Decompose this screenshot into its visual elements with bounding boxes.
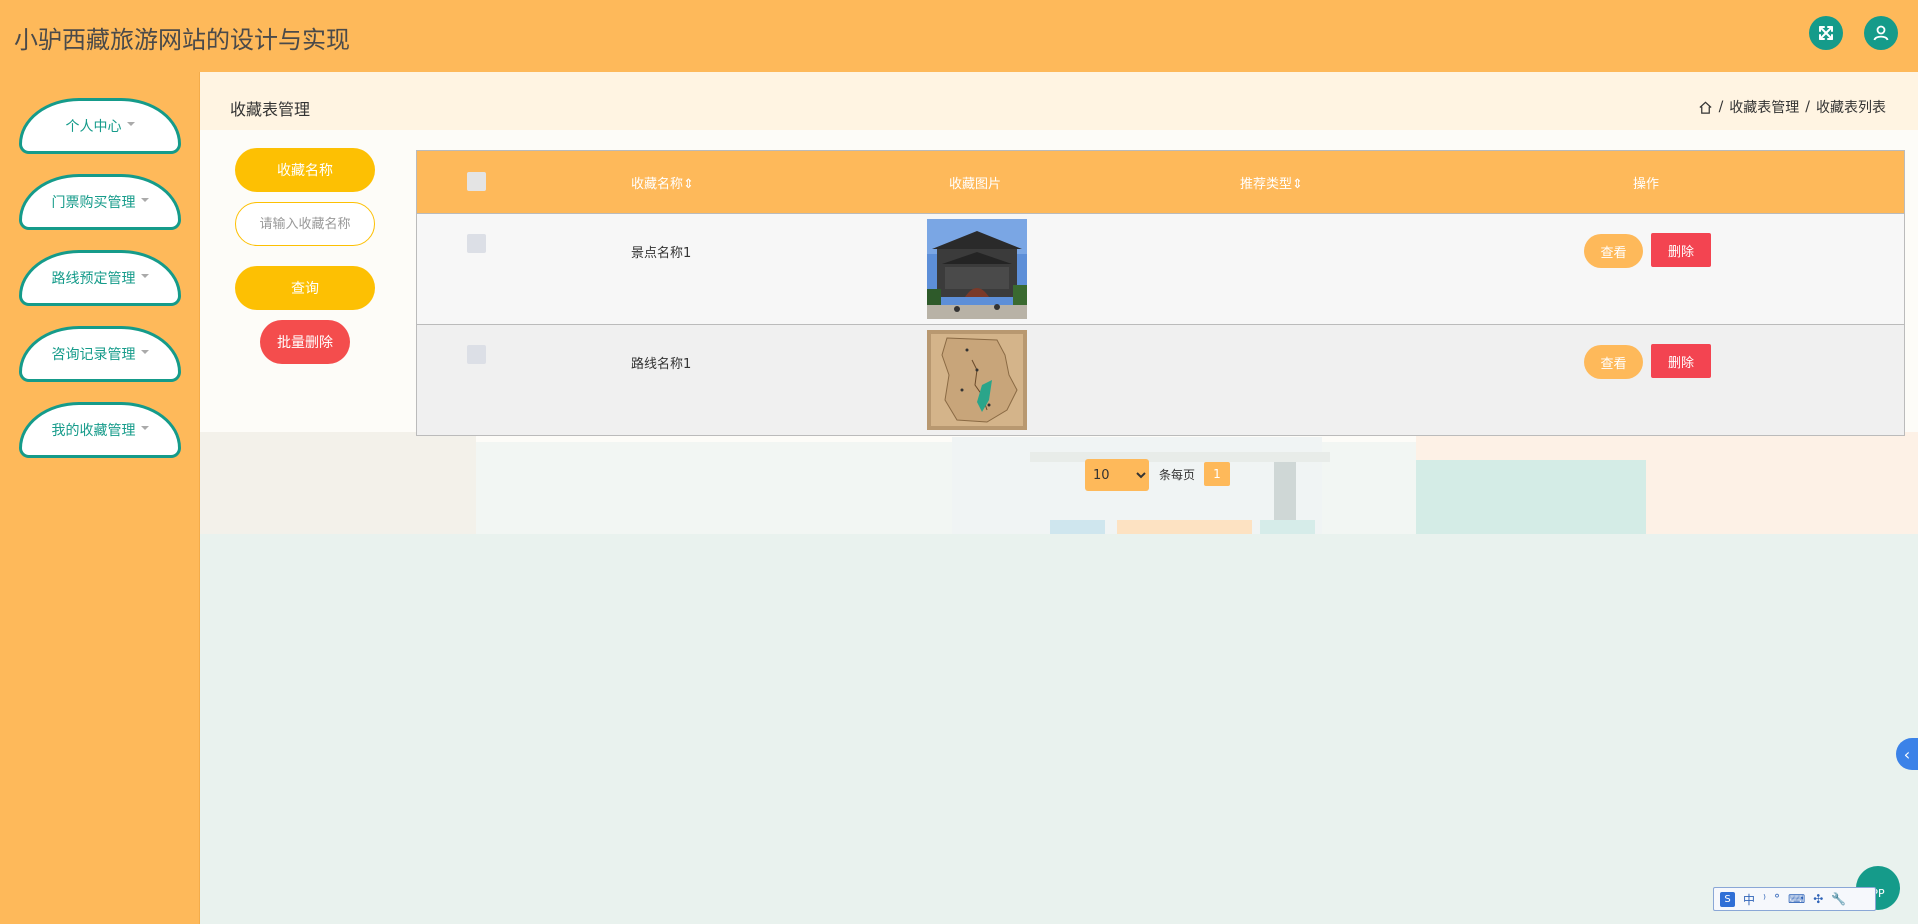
chevron-down-icon: [126, 122, 135, 126]
column-header-label: 收藏名称: [631, 177, 684, 192]
ime-skin-icon[interactable]: ✣: [1813, 892, 1823, 906]
favorites-table: 收藏名称⇕ 收藏图片 推荐类型⇕ 操作 景点名称1 查看 删除 路线名称1 查看…: [416, 150, 1905, 436]
ime-punctuation-icon[interactable]: ⁾: [1763, 892, 1766, 906]
breadcrumb-item[interactable]: 收藏表管理: [1729, 97, 1799, 117]
sidebar-item-ticket-purchase[interactable]: 门票购买管理: [19, 174, 181, 230]
app-title: 小驴西藏旅游网站的设计与实现: [14, 26, 350, 54]
sidebar-item-label: 我的收藏管理: [51, 423, 136, 439]
sort-icon: ⇕: [683, 177, 694, 192]
row-checkbox[interactable]: [467, 345, 486, 364]
search-input[interactable]: [235, 202, 375, 246]
breadcrumb-separator: /: [1805, 99, 1810, 115]
favorite-image-building[interactable]: [927, 219, 1027, 319]
breadcrumb-separator: /: [1718, 99, 1724, 115]
table-row: 景点名称1 查看 删除: [417, 213, 1904, 324]
ime-chinese-mode[interactable]: 中: [1743, 891, 1755, 908]
page-size-select[interactable]: 10: [1085, 459, 1149, 491]
chevron-down-icon: [140, 426, 149, 430]
column-header-label: 推荐类型: [1240, 177, 1293, 192]
sidebar-item-my-favorites[interactable]: 我的收藏管理: [19, 402, 181, 458]
table-header: 收藏名称⇕ 收藏图片 推荐类型⇕ 操作: [417, 151, 1904, 213]
chevron-down-icon: [140, 350, 149, 354]
sidebar-item-label: 咨询记录管理: [51, 347, 136, 363]
home-icon[interactable]: [1698, 100, 1713, 115]
cell-favorite-name: 景点名称1: [631, 246, 692, 261]
column-header-actions: 操作: [1633, 177, 1660, 192]
sort-icon: ⇕: [1292, 177, 1303, 192]
chevron-down-icon: [140, 198, 149, 202]
ime-logo-icon: S: [1720, 891, 1735, 907]
sidebar: 个人中心 门票购买管理 路线预定管理 咨询记录管理 我的收藏管理: [0, 72, 200, 924]
sidebar-item-label: 个人中心: [65, 119, 122, 135]
row-checkbox[interactable]: [467, 234, 486, 253]
select-all-checkbox[interactable]: [467, 172, 486, 191]
page-header: 收藏表管理 / 收藏表管理 / 收藏表列表: [200, 72, 1918, 130]
breadcrumb: / 收藏表管理 / 收藏表列表: [1698, 97, 1886, 117]
ime-symbol-icon[interactable]: °: [1774, 892, 1780, 906]
delete-button[interactable]: 删除: [1651, 233, 1711, 267]
query-button[interactable]: 查询: [235, 266, 375, 310]
cell-favorite-name: 路线名称1: [631, 357, 692, 372]
sidebar-item-consultation-records[interactable]: 咨询记录管理: [19, 326, 181, 382]
table-row: 路线名称1 查看 删除: [417, 324, 1904, 435]
collapse-panel-button[interactable]: ‹: [1896, 738, 1918, 770]
sidebar-item-label: 路线预定管理: [51, 271, 136, 287]
fullscreen-button[interactable]: [1809, 16, 1843, 50]
search-label: 收藏名称: [235, 148, 375, 192]
user-icon: [1873, 25, 1889, 41]
sidebar-item-label: 门票购买管理: [51, 195, 136, 211]
page-number-button[interactable]: 1: [1204, 462, 1230, 486]
view-button[interactable]: 查看: [1584, 345, 1643, 379]
chevron-down-icon: [140, 274, 149, 278]
expand-arrows-icon: [1819, 26, 1833, 40]
view-button[interactable]: 查看: [1584, 234, 1643, 268]
ime-toolbar: S 中 ⁾ ° ⌨ ✣ 🔧: [1713, 887, 1876, 911]
top-bar: 小驴西藏旅游网站的设计与实现: [0, 0, 1918, 72]
ime-keyboard-icon[interactable]: ⌨: [1788, 892, 1805, 906]
user-button[interactable]: [1864, 16, 1898, 50]
per-page-label: 条每页: [1159, 468, 1196, 482]
column-header-name[interactable]: 收藏名称⇕: [631, 173, 694, 192]
column-header-recommend-type[interactable]: 推荐类型⇕: [1240, 173, 1303, 192]
column-header-image: 收藏图片: [949, 177, 1002, 192]
page-title: 收藏表管理: [230, 100, 311, 119]
favorite-image-map[interactable]: [927, 330, 1027, 430]
bulk-delete-button[interactable]: 批量删除: [260, 320, 350, 364]
ime-settings-icon[interactable]: 🔧: [1831, 892, 1846, 906]
sidebar-item-route-booking[interactable]: 路线预定管理: [19, 250, 181, 306]
breadcrumb-item: 收藏表列表: [1816, 100, 1886, 116]
delete-button[interactable]: 删除: [1651, 344, 1711, 378]
sidebar-item-personal-center[interactable]: 个人中心: [19, 98, 181, 154]
